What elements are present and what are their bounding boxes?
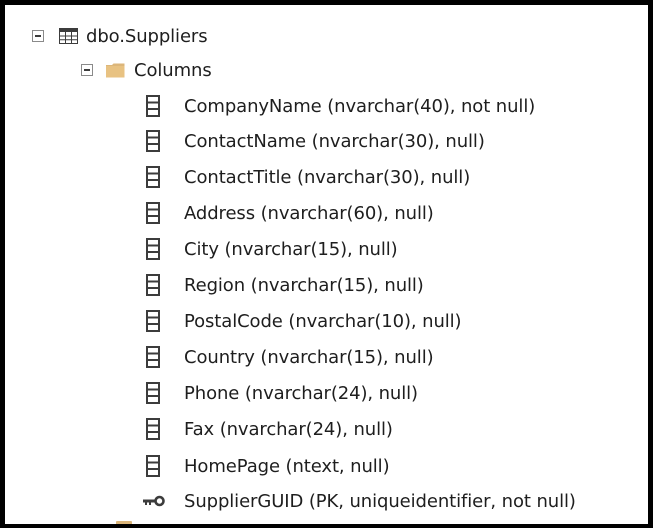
tree-node-column[interactable]: ContactName (nvarchar(30), null) <box>143 126 485 156</box>
object-explorer-tree: dbo.Suppliers Columns CompanyName (nvarc… <box>5 5 648 524</box>
tree-node-table[interactable]: dbo.Suppliers <box>32 21 208 51</box>
table-icon <box>59 28 78 44</box>
tree-node-column[interactable]: Country (nvarchar(15), null) <box>143 342 434 372</box>
column-label: Country (nvarchar(15), null) <box>184 346 434 368</box>
column-icon <box>143 382 163 404</box>
tree-node-column[interactable]: PostalCode (nvarchar(10), null) <box>143 306 462 336</box>
column-icon <box>143 274 163 296</box>
tree-node-column[interactable]: HomePage (ntext, null) <box>143 451 390 481</box>
column-label: Fax (nvarchar(24), null) <box>184 418 393 440</box>
tree-node-columns-folder[interactable]: Columns <box>81 55 212 85</box>
tree-node-column[interactable]: Address (nvarchar(60), null) <box>143 198 434 228</box>
key-icon <box>143 495 165 507</box>
tree-node-column[interactable]: Phone (nvarchar(24), null) <box>143 378 418 408</box>
column-icon <box>143 202 163 224</box>
column-icon <box>143 310 163 332</box>
column-icon <box>143 130 163 152</box>
columns-folder-label: Columns <box>134 59 212 81</box>
column-label: City (nvarchar(15), null) <box>184 238 398 260</box>
column-label: HomePage (ntext, null) <box>184 455 390 477</box>
column-icon <box>143 346 163 368</box>
column-icon <box>143 418 163 440</box>
tree-node-column[interactable]: ContactTitle (nvarchar(30), null) <box>143 162 470 192</box>
tree-node-column[interactable]: City (nvarchar(15), null) <box>143 234 398 264</box>
table-label: dbo.Suppliers <box>86 25 208 47</box>
column-icon <box>143 238 163 260</box>
tree-node-column-pk[interactable]: SupplierGUID (PK, uniqueidentifier, not … <box>143 486 576 516</box>
column-label: SupplierGUID (PK, uniqueidentifier, not … <box>184 490 576 512</box>
column-icon <box>143 95 163 117</box>
column-label: Phone (nvarchar(24), null) <box>184 382 418 404</box>
tree-node-column[interactable]: CompanyName (nvarchar(40), not null) <box>143 91 535 121</box>
column-label: CompanyName (nvarchar(40), not null) <box>184 95 536 117</box>
tree-node-column[interactable]: Fax (nvarchar(24), null) <box>143 414 393 444</box>
column-icon <box>143 166 163 188</box>
tree-node-column[interactable]: Region (nvarchar(15), null) <box>143 270 424 300</box>
collapse-toggle-table[interactable] <box>32 30 44 42</box>
folder-icon <box>116 521 132 524</box>
folder-icon <box>106 63 125 78</box>
column-label: Address (nvarchar(60), null) <box>184 202 434 224</box>
collapse-toggle-columns[interactable] <box>81 64 93 76</box>
column-label: Region (nvarchar(15), null) <box>184 274 424 296</box>
column-label: ContactName (nvarchar(30), null) <box>184 130 485 152</box>
column-label: PostalCode (nvarchar(10), null) <box>184 310 462 332</box>
column-label: ContactTitle (nvarchar(30), null) <box>184 166 471 188</box>
column-icon <box>143 455 163 477</box>
object-explorer-frame: dbo.Suppliers Columns CompanyName (nvarc… <box>0 0 653 528</box>
